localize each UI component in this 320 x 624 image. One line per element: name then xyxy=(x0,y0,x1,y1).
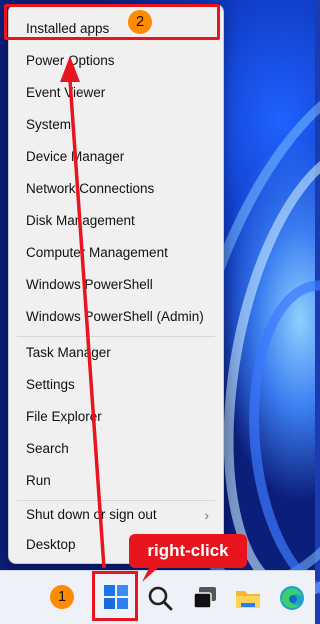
edge-icon[interactable] xyxy=(277,583,307,613)
menu-item-shut-down[interactable]: Shut down or sign out › xyxy=(9,499,223,531)
menu-item-label: Windows PowerShell (Admin) xyxy=(26,309,204,324)
menu-item-computer-management[interactable]: Computer Management xyxy=(9,237,223,269)
highlight-start-button xyxy=(92,571,138,621)
menu-item-label: Network Connections xyxy=(26,181,155,196)
menu-item-label: Task Manager xyxy=(26,345,111,360)
menu-item-file-explorer[interactable]: File Explorer xyxy=(9,401,223,433)
menu-item-windows-powershell[interactable]: Windows PowerShell xyxy=(9,269,223,301)
search-icon[interactable] xyxy=(145,583,175,613)
menu-item-label: Desktop xyxy=(26,537,76,552)
menu-item-device-manager[interactable]: Device Manager xyxy=(9,141,223,173)
menu-item-label: System xyxy=(26,117,72,132)
menu-item-label: Device Manager xyxy=(26,149,125,164)
step-1-badge: 1 xyxy=(50,585,74,609)
quick-link-menu: Installed apps Power Options Event Viewe… xyxy=(8,4,224,564)
file-explorer-icon[interactable] xyxy=(233,583,263,613)
menu-item-run[interactable]: Run xyxy=(9,465,223,497)
menu-item-network-connections[interactable]: Network Connections xyxy=(9,173,223,205)
task-view-icon[interactable] xyxy=(190,583,220,613)
menu-item-label: Computer Management xyxy=(26,245,168,260)
menu-item-label: Shut down or sign out xyxy=(26,507,157,522)
menu-item-label: Power Options xyxy=(26,53,115,68)
menu-item-system[interactable]: System xyxy=(9,109,223,141)
menu-item-label: Event Viewer xyxy=(26,85,106,100)
menu-item-label: Run xyxy=(26,473,51,488)
menu-item-disk-management[interactable]: Disk Management xyxy=(9,205,223,237)
menu-item-search[interactable]: Search xyxy=(9,433,223,465)
step-2-badge: 2 xyxy=(128,10,152,34)
chevron-right-icon: › xyxy=(204,507,209,523)
menu-item-event-viewer[interactable]: Event Viewer xyxy=(9,77,223,109)
menu-item-task-manager[interactable]: Task Manager xyxy=(9,337,223,369)
menu-item-label: Disk Management xyxy=(26,213,135,228)
menu-item-windows-powershell-admin[interactable]: Windows PowerShell (Admin) xyxy=(9,301,223,333)
highlight-installed-apps xyxy=(4,4,220,40)
right-click-callout: right-click xyxy=(129,534,247,568)
menu-item-label: Search xyxy=(26,441,69,456)
menu-item-power-options[interactable]: Power Options xyxy=(9,45,223,77)
menu-item-label: Windows PowerShell xyxy=(26,277,153,292)
menu-item-label: Settings xyxy=(26,377,75,392)
menu-item-label: File Explorer xyxy=(26,409,102,424)
menu-item-settings[interactable]: Settings xyxy=(9,369,223,401)
taskbar xyxy=(0,570,315,624)
